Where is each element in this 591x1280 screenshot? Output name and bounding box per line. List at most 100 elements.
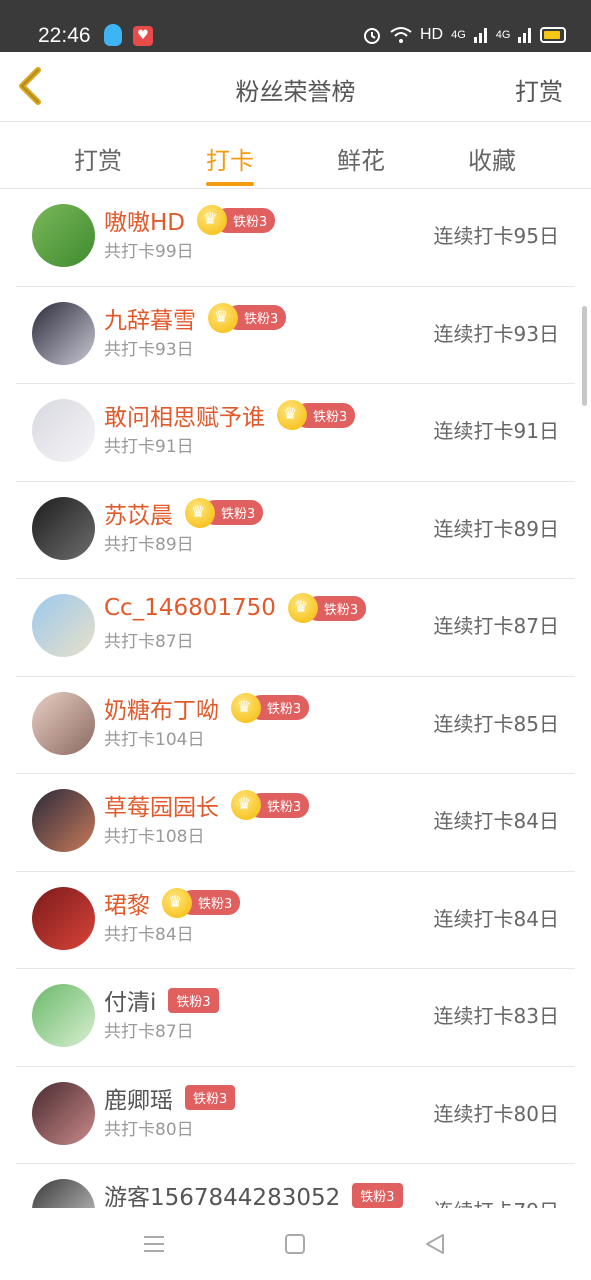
list-item[interactable]: 九辞暮雪 铁粉3 共打卡93日 连续打卡93日 <box>16 287 575 384</box>
user-name[interactable]: 珺黎 <box>104 886 150 920</box>
name-line: 珺黎 铁粉3 <box>104 886 241 920</box>
signal-icon <box>473 28 487 43</box>
alarm-icon <box>364 28 380 44</box>
name-line: Cc_146801750 铁粉3 <box>104 593 367 623</box>
status-bar: 22:46 ♥ HD 4G 4G <box>0 0 591 52</box>
crown-icon <box>185 497 215 528</box>
fan-level-badge: 铁粉3 <box>352 1182 403 1208</box>
crown-icon <box>231 692 261 723</box>
avatar[interactable] <box>32 984 95 1047</box>
tab-active-indicator <box>206 182 254 186</box>
crown-icon <box>231 790 261 820</box>
user-name[interactable]: 草莓园园长 <box>104 788 219 822</box>
crown-icon <box>208 302 238 333</box>
total-checkin: 共打卡93日 <box>104 339 194 360</box>
name-line: 鹿卿瑶 铁粉3 <box>104 1081 236 1115</box>
tab-flowers[interactable]: 鲜花 <box>321 141 401 176</box>
avatar[interactable] <box>32 789 95 852</box>
avatar[interactable] <box>32 301 95 365</box>
total-checkin: 共打卡80日 <box>104 1119 194 1140</box>
user-name[interactable]: 苏苡晨 <box>104 496 173 530</box>
hd-indicator: HD <box>420 26 444 43</box>
total-checkin: 共打卡84日 <box>104 924 194 945</box>
streak-checkin: 连续打卡84日 <box>433 809 559 833</box>
tab-label: 打卡 <box>206 147 254 175</box>
avatar[interactable] <box>32 886 95 950</box>
back-triangle-icon[interactable] <box>423 1232 447 1256</box>
status-icons: HD 4G 4G <box>362 25 567 45</box>
name-line: 草莓园园长 铁粉3 <box>104 788 310 822</box>
crown-icon <box>197 205 228 235</box>
total-checkin: 共打卡87日 <box>104 632 194 652</box>
avatar[interactable] <box>32 399 95 462</box>
list-item[interactable]: 嗷嗷HD 铁粉3 共打卡99日 连续打卡95日 <box>16 189 575 287</box>
tab-label: 收藏 <box>468 147 516 175</box>
avatar[interactable] <box>32 594 95 657</box>
name-line: 奶糖布丁呦 铁粉3 <box>104 691 310 725</box>
name-line: 苏苡晨 铁粉3 <box>104 496 264 530</box>
total-checkin: 共打卡99日 <box>104 242 194 262</box>
page-title: 粉丝荣誉榜 <box>235 78 356 106</box>
streak-checkin: 连续打卡83日 <box>433 1004 559 1028</box>
qq-notification-icon <box>104 24 122 46</box>
tab-label: 鲜花 <box>337 147 385 175</box>
fan-level-badge: 铁粉3 <box>185 1085 236 1110</box>
name-line: 嗷嗷HD 铁粉3 <box>104 203 276 237</box>
app-notification-icon: ♥ <box>133 26 153 46</box>
tab-reward[interactable]: 打赏 <box>58 141 138 176</box>
home-square-icon[interactable] <box>283 1232 307 1256</box>
user-name[interactable]: 奶糖布丁呦 <box>104 691 219 725</box>
list-item[interactable]: 付清i 铁粉3 共打卡87日 连续打卡83日 <box>16 969 575 1067</box>
avatar[interactable] <box>32 691 95 755</box>
total-checkin: 共打卡87日 <box>104 1022 194 1042</box>
crown-icon <box>287 593 318 623</box>
streak-checkin: 连续打卡89日 <box>433 516 559 541</box>
total-checkin: 共打卡89日 <box>104 534 194 555</box>
list-item[interactable]: Cc_146801750 铁粉3 共打卡87日 连续打卡87日 <box>16 579 575 677</box>
scrollbar[interactable] <box>582 306 587 406</box>
list-item[interactable]: 鹿卿瑶 铁粉3 共打卡80日 连续打卡80日 <box>16 1067 575 1164</box>
list-item[interactable]: 敢问相思赋予谁 铁粉3 共打卡91日 连续打卡91日 <box>16 384 575 482</box>
streak-checkin: 连续打卡95日 <box>433 224 559 248</box>
streak-checkin: 连续打卡84日 <box>433 906 559 931</box>
user-name[interactable]: 鹿卿瑶 <box>104 1081 173 1115</box>
tab-favorites[interactable]: 收藏 <box>452 141 532 176</box>
menu-icon[interactable] <box>142 1232 166 1256</box>
avatar[interactable] <box>32 204 95 267</box>
ranking-list: 嗷嗷HD 铁粉3 共打卡99日 连续打卡95日 九辞暮雪 铁粉3 共打卡93日 … <box>0 189 591 1262</box>
user-name[interactable]: 付清i <box>104 983 156 1017</box>
name-line: 游客1567844283052 铁粉3 <box>104 1178 403 1212</box>
streak-checkin: 连续打卡80日 <box>433 1101 559 1126</box>
system-nav-bar <box>0 1208 591 1280</box>
status-time: 22:46 <box>38 24 91 47</box>
user-name[interactable]: 敢问相思赋予谁 <box>104 398 265 432</box>
streak-checkin: 连续打卡93日 <box>433 321 559 346</box>
signal-2-label: 4G <box>495 29 511 41</box>
user-name[interactable]: 游客1567844283052 <box>104 1178 340 1212</box>
wifi-icon <box>390 27 412 43</box>
header: 粉丝荣誉榜 打赏 <box>0 52 591 122</box>
total-checkin: 共打卡108日 <box>104 827 205 847</box>
total-checkin: 共打卡91日 <box>104 437 194 457</box>
streak-checkin: 连续打卡87日 <box>433 614 559 638</box>
tab-checkin[interactable]: 打卡 <box>190 141 270 186</box>
name-line: 九辞暮雪 铁粉3 <box>104 301 287 335</box>
reward-button[interactable]: 打赏 <box>515 72 563 107</box>
list-item[interactable]: 草莓园园长 铁粉3 共打卡108日 连续打卡84日 <box>16 774 575 872</box>
user-name[interactable]: Cc_146801750 <box>104 595 276 621</box>
user-name[interactable]: 九辞暮雪 <box>104 301 196 335</box>
tab-label: 打赏 <box>74 147 122 175</box>
name-line: 敢问相思赋予谁 铁粉3 <box>104 398 356 432</box>
name-line: 付清i 铁粉3 <box>104 983 219 1017</box>
list-item[interactable]: 苏苡晨 铁粉3 共打卡89日 连续打卡89日 <box>16 482 575 579</box>
total-checkin: 共打卡104日 <box>104 729 205 750</box>
list-item[interactable]: 奶糖布丁呦 铁粉3 共打卡104日 连续打卡85日 <box>16 677 575 774</box>
list-item[interactable]: 珺黎 铁粉3 共打卡84日 连续打卡84日 <box>16 872 575 969</box>
signal-icon <box>518 28 532 43</box>
fan-level-badge: 铁粉3 <box>168 987 219 1013</box>
signal-1-label: 4G <box>451 29 466 41</box>
avatar[interactable] <box>32 1081 95 1145</box>
user-name[interactable]: 嗷嗷HD <box>104 203 185 237</box>
streak-checkin: 连续打卡91日 <box>433 419 559 443</box>
avatar[interactable] <box>32 496 95 560</box>
